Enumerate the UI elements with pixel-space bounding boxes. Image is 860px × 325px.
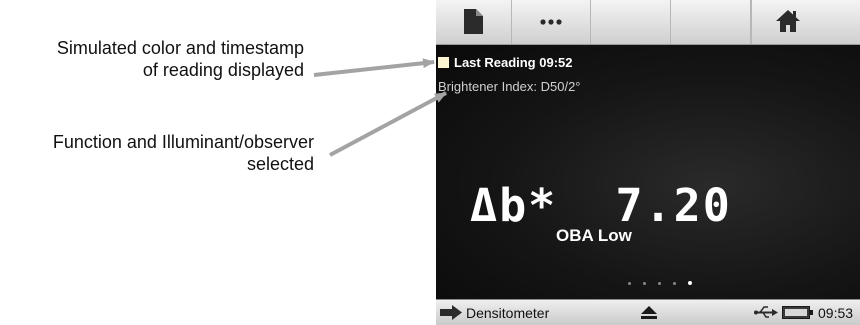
toolbar-slot-3[interactable] xyxy=(591,0,671,44)
arrow-right-icon[interactable] xyxy=(440,305,462,320)
measurement-screen: Last Reading 09:52 Brightener Index: D50… xyxy=(436,45,860,299)
home-icon xyxy=(776,10,800,32)
callout-function-line1: Function and Illuminant/observer xyxy=(52,132,314,152)
callout-reading: Simulated color and timestamp of reading… xyxy=(4,37,304,81)
document-icon xyxy=(464,9,483,34)
callout-reading-line1: Simulated color and timestamp xyxy=(56,38,304,58)
eject-icon[interactable] xyxy=(641,306,657,319)
page-dot xyxy=(643,282,646,285)
callout-arrow-function xyxy=(329,91,447,157)
page-dot xyxy=(673,282,676,285)
more-icon xyxy=(540,19,562,25)
home-button[interactable] xyxy=(751,0,860,44)
function-label: Brightener Index: D50/2° xyxy=(438,79,581,94)
device-screen: Last Reading 09:52 Brightener Index: D50… xyxy=(436,0,860,325)
status-bar: Densitometer 09:53 xyxy=(436,299,860,325)
callout-function: Function and Illuminant/observer selecte… xyxy=(4,131,314,175)
oba-label: OBA Low xyxy=(556,226,632,245)
page-dot-active xyxy=(688,281,692,285)
callout-arrow-reading xyxy=(313,58,435,77)
last-reading-row: Last Reading 09:52 xyxy=(438,55,573,70)
status-time: 09:53 xyxy=(818,305,854,321)
callout-function-line2: selected xyxy=(246,154,314,174)
toolbar-slot-4[interactable] xyxy=(671,0,751,44)
page-dot xyxy=(628,282,631,285)
toolbar xyxy=(436,0,860,45)
mode-label[interactable]: Densitometer xyxy=(466,305,549,321)
delta-value: Δb* 7.20 xyxy=(470,179,732,232)
page-dot xyxy=(658,282,661,285)
usb-icon xyxy=(754,306,778,318)
more-button[interactable] xyxy=(512,0,591,44)
battery-icon xyxy=(782,306,813,319)
color-swatch xyxy=(438,57,449,68)
document-button[interactable] xyxy=(436,0,512,44)
last-reading-label: Last Reading 09:52 xyxy=(454,55,573,70)
callout-reading-line2: of reading displayed xyxy=(142,60,304,80)
